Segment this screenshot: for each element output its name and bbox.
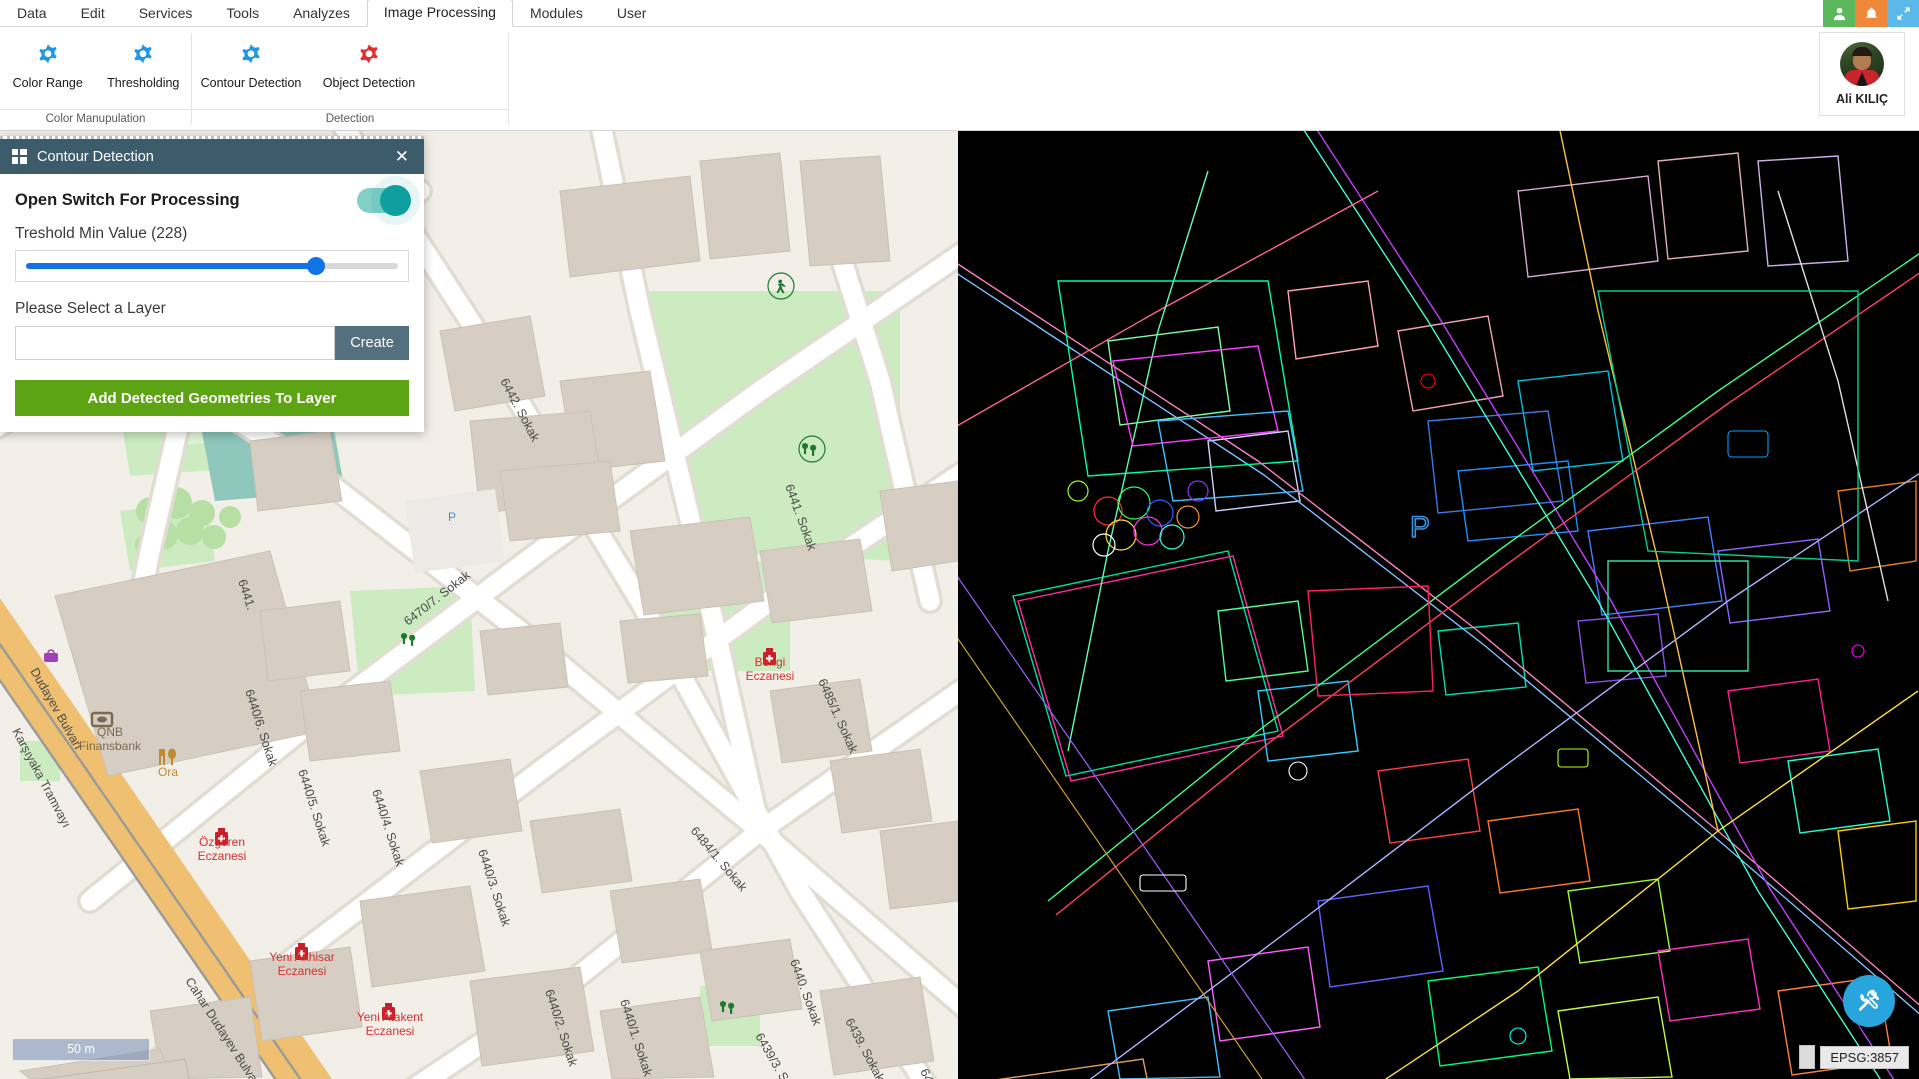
ribbon-button-object-detection[interactable]: Object Detection	[310, 33, 428, 109]
ribbon-group-color-manupulation: Color Range Thresholding Color Manupulat…	[0, 27, 191, 131]
poi-label: Eczanesi	[366, 1024, 415, 1038]
contour-result-pane[interactable]: P EPSG:3857	[958, 131, 1919, 1079]
application-window: Data Edit Services Tools Analyzes Image …	[0, 0, 1919, 1079]
ribbon-button-label: Color Range	[12, 76, 83, 90]
poi-label: Özgören	[199, 835, 245, 849]
ribbon-tabstrip: Data Edit Services Tools Analyzes Image …	[0, 0, 1919, 27]
poi-label: Eczanesi	[746, 669, 795, 683]
street-label: 6485/1. Sokak	[815, 677, 861, 756]
tab-data[interactable]: Data	[0, 0, 64, 27]
threshold-slider-container	[15, 250, 409, 282]
street-label: 6442. Sokak	[917, 1067, 958, 1079]
layer-select-row: Create	[15, 326, 409, 360]
epsg-indicator[interactable]: EPSG:3857	[1820, 1046, 1909, 1069]
gear-icon	[236, 36, 266, 72]
street-label: 6440/2. Sokak	[542, 988, 580, 1069]
street-label: 6470/7. Sokak	[401, 568, 473, 629]
ribbon-divider	[508, 33, 509, 125]
processing-toggle[interactable]	[357, 185, 411, 216]
tab-image-processing[interactable]: Image Processing	[366, 0, 513, 27]
street-label: 6440/5. Sokak	[295, 768, 333, 849]
user-profile-card[interactable]: Ali KILIÇ	[1819, 32, 1905, 116]
map-tools-button[interactable]	[1843, 975, 1895, 1027]
add-geometries-button[interactable]: Add Detected Geometries To Layer	[15, 380, 409, 416]
processing-switch-row: Open Switch For Processing	[15, 185, 411, 216]
threshold-slider-thumb[interactable]	[307, 257, 326, 275]
ribbon-button-label: Contour Detection	[200, 76, 302, 90]
street-label: 6440. Sokak	[787, 957, 824, 1028]
fullscreen-button[interactable]	[1887, 0, 1919, 27]
poi-label: Ora	[158, 765, 178, 779]
street-label: 6440/3. Sokak	[475, 848, 513, 929]
threshold-label: Treshold Min Value (228)	[15, 225, 188, 242]
processing-switch-label: Open Switch For Processing	[15, 191, 240, 209]
ribbon-button-thresholding[interactable]: Thresholding	[96, 33, 192, 109]
street-label: 6440/1. Sokak	[617, 998, 655, 1079]
poi-label: Yeni Atakent	[357, 1010, 424, 1024]
create-layer-button[interactable]: Create	[335, 326, 409, 360]
panel-body: Open Switch For Processing Treshold Min …	[0, 174, 424, 432]
tab-services[interactable]: Services	[122, 0, 210, 27]
panel-title: Contour Detection	[37, 148, 154, 165]
window-controls	[1823, 0, 1919, 27]
street-label: 6441.	[235, 578, 258, 612]
epsg-resize-handle[interactable]	[1799, 1045, 1815, 1069]
poi-label: Eczanesi	[198, 849, 247, 863]
close-icon[interactable]: ✕	[392, 146, 412, 167]
tab-edit[interactable]: Edit	[64, 0, 122, 27]
threshold-slider[interactable]	[26, 257, 398, 275]
tab-tools[interactable]: Tools	[209, 0, 276, 27]
street-label: 6440/4. Sokak	[369, 788, 407, 869]
ribbon-button-color-range[interactable]: Color Range	[0, 33, 96, 109]
street-label: Cahar Dudayev Bulvarı	[182, 975, 264, 1079]
street-label: 6441. Sokak	[782, 482, 819, 553]
ribbon-button-label: Thresholding	[107, 76, 180, 90]
ribbon-button-contour-detection[interactable]: Contour Detection	[192, 33, 310, 109]
poi-label: P	[448, 510, 456, 524]
ribbon-group-detection: Contour Detection Object Detection Detec…	[192, 27, 508, 131]
svg-text:P: P	[1410, 511, 1430, 544]
contour-detection-panel: Contour Detection ✕ Open Switch For Proc…	[0, 136, 424, 432]
street-label: 6440/6. Sokak	[242, 688, 280, 769]
panel-header[interactable]: Contour Detection ✕	[0, 139, 424, 174]
street-label: 6439. Sokak	[842, 1016, 887, 1079]
window-tile-icon	[12, 149, 27, 164]
ribbon-button-label: Object Detection	[322, 76, 416, 90]
gear-icon	[33, 36, 63, 72]
street-label: 6484/1. Sokak	[688, 824, 751, 895]
tab-modules[interactable]: Modules	[513, 0, 600, 27]
expand-icon	[1896, 7, 1910, 20]
tools-icon	[1858, 989, 1880, 1011]
tab-user[interactable]: User	[600, 0, 664, 27]
person-icon	[1833, 7, 1845, 21]
contour-svg: P	[958, 131, 1919, 1079]
street-label: Karşıyaka Tramvayı	[9, 726, 73, 830]
gear-icon	[354, 36, 384, 72]
user-account-button[interactable]	[1823, 0, 1855, 27]
street-label: 6439/3. Sokak	[752, 1031, 804, 1079]
gear-icon	[128, 36, 158, 72]
tab-analyzes[interactable]: Analyzes	[276, 0, 367, 27]
ribbon-group-title: Color Manupulation	[0, 109, 191, 131]
avatar	[1840, 42, 1884, 86]
poi-label: Bengi	[755, 655, 786, 669]
layer-select-label: Please Select a Layer	[15, 300, 166, 317]
scale-bar: 50 m	[12, 1039, 150, 1061]
poi-label: QNB	[97, 725, 123, 739]
street-label: Dudayev Bulvarı	[27, 666, 85, 752]
poi-label: Eczanesi	[278, 964, 327, 978]
street-label: 6442. Sokak	[497, 376, 542, 445]
layer-name-input[interactable]	[15, 326, 335, 360]
bell-icon	[1865, 7, 1877, 18]
poi-label: Finansbank	[79, 739, 142, 753]
ribbon-body: Color Range Thresholding Color Manupulat…	[0, 27, 1919, 131]
ribbon-group-title: Detection	[192, 109, 508, 131]
poi-label: Yeni Akhisar	[269, 950, 335, 964]
notifications-button[interactable]	[1855, 0, 1887, 27]
user-name: Ali KILIÇ	[1835, 92, 1889, 106]
